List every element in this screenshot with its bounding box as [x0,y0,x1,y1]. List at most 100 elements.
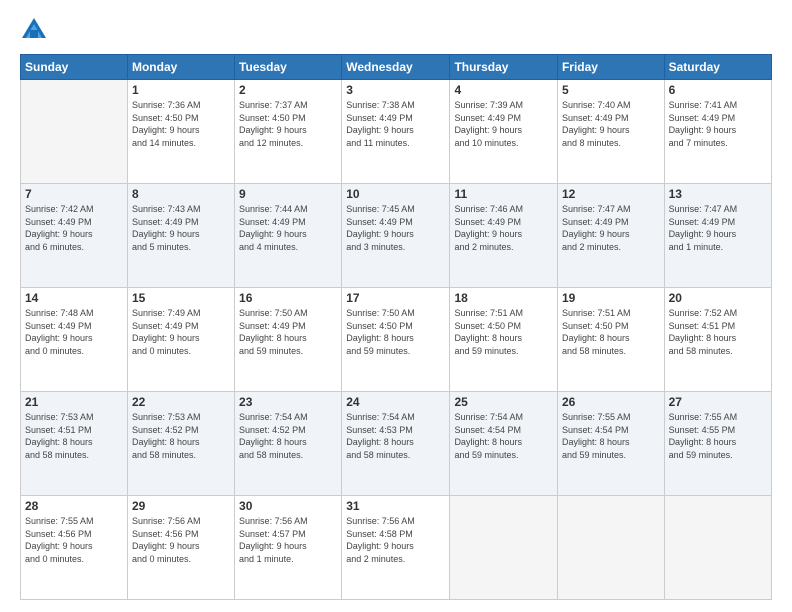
day-info: Sunrise: 7:53 AM Sunset: 4:51 PM Dayligh… [25,411,123,461]
calendar-cell: 19Sunrise: 7:51 AM Sunset: 4:50 PM Dayli… [557,288,664,392]
day-number: 6 [669,83,767,97]
day-info: Sunrise: 7:47 AM Sunset: 4:49 PM Dayligh… [562,203,660,253]
day-number: 16 [239,291,337,305]
calendar-header-wednesday: Wednesday [342,55,450,80]
calendar-cell [664,496,771,600]
header [20,16,772,44]
day-number: 2 [239,83,337,97]
calendar-header-row: SundayMondayTuesdayWednesdayThursdayFrid… [21,55,772,80]
calendar-cell: 8 Sunrise: 7:43 AM Sunset: 4:49 PM Daylig… [127,184,234,288]
day-info: Sunrise: 7:55 AM Sunset: 4:56 PM Dayligh… [25,515,123,565]
calendar-cell: 4 Sunrise: 7:39 AM Sunset: 4:49 PM Daylig… [450,80,558,184]
calendar-week-row: 1 Sunrise: 7:36 AM Sunset: 4:50 PM Daylig… [21,80,772,184]
calendar-cell: 18 Sunrise: 7:51 AM Sunset: 4:50 PM Dayli… [450,288,558,392]
calendar-cell: 2 Sunrise: 7:37 AM Sunset: 4:50 PM Daylig… [235,80,342,184]
calendar-cell: 22 Sunrise: 7:53 AM Sunset: 4:52 PM Dayli… [127,392,234,496]
day-number: 29 [132,499,230,513]
calendar-cell: 25 Sunrise: 7:54 AM Sunset: 4:54 PM Dayli… [450,392,558,496]
calendar-header-tuesday: Tuesday [235,55,342,80]
day-info: Sunrise: 7:51 AM Sunset: 4:50 PM Dayligh… [454,307,553,357]
day-info: Sunrise: 7:47 AM Sunset: 4:49 PM Dayligh… [669,203,767,253]
day-number: 17 [346,291,445,305]
calendar-cell: 23Sunrise: 7:54 AM Sunset: 4:52 PM Dayli… [235,392,342,496]
calendar-cell: 15Sunrise: 7:49 AM Sunset: 4:49 PM Dayli… [127,288,234,392]
calendar-cell [21,80,128,184]
calendar-cell: 13 Sunrise: 7:47 AM Sunset: 4:49 PM Dayli… [664,184,771,288]
day-info: Sunrise: 7:46 AM Sunset: 4:49 PM Dayligh… [454,203,553,253]
calendar-header-monday: Monday [127,55,234,80]
day-info: Sunrise: 7:41 AM Sunset: 4:49 PM Dayligh… [669,99,767,149]
day-number: 27 [669,395,767,409]
calendar-week-row: 28 Sunrise: 7:55 AM Sunset: 4:56 PM Dayli… [21,496,772,600]
day-number: 20 [669,291,767,305]
calendar-cell: 12 Sunrise: 7:47 AM Sunset: 4:49 PM Dayli… [557,184,664,288]
calendar-cell: 31 Sunrise: 7:56 AM Sunset: 4:58 PM Dayli… [342,496,450,600]
day-info: Sunrise: 7:49 AM Sunset: 4:49 PM Dayligh… [132,307,230,357]
calendar-cell: 20Sunrise: 7:52 AM Sunset: 4:51 PM Dayli… [664,288,771,392]
day-number: 24 [346,395,445,409]
day-info: Sunrise: 7:44 AM Sunset: 4:49 PM Dayligh… [239,203,337,253]
day-number: 9 [239,187,337,201]
calendar-cell: 10Sunrise: 7:45 AM Sunset: 4:49 PM Dayli… [342,184,450,288]
day-info: Sunrise: 7:55 AM Sunset: 4:55 PM Dayligh… [669,411,767,461]
day-number: 4 [454,83,553,97]
day-number: 13 [669,187,767,201]
calendar-cell: 14 Sunrise: 7:48 AM Sunset: 4:49 PM Dayli… [21,288,128,392]
calendar-cell: 27 Sunrise: 7:55 AM Sunset: 4:55 PM Dayli… [664,392,771,496]
day-info: Sunrise: 7:39 AM Sunset: 4:49 PM Dayligh… [454,99,553,149]
calendar-week-row: 21Sunrise: 7:53 AM Sunset: 4:51 PM Dayli… [21,392,772,496]
calendar-cell: 16 Sunrise: 7:50 AM Sunset: 4:49 PM Dayli… [235,288,342,392]
calendar-cell: 28 Sunrise: 7:55 AM Sunset: 4:56 PM Dayli… [21,496,128,600]
day-info: Sunrise: 7:45 AM Sunset: 4:49 PM Dayligh… [346,203,445,253]
day-number: 7 [25,187,123,201]
logo-icon [20,16,48,44]
day-info: Sunrise: 7:50 AM Sunset: 4:49 PM Dayligh… [239,307,337,357]
day-number: 31 [346,499,445,513]
calendar-cell: 26 Sunrise: 7:55 AM Sunset: 4:54 PM Dayli… [557,392,664,496]
day-number: 14 [25,291,123,305]
day-number: 8 [132,187,230,201]
calendar-cell: 5 Sunrise: 7:40 AM Sunset: 4:49 PM Daylig… [557,80,664,184]
calendar-cell: 6 Sunrise: 7:41 AM Sunset: 4:49 PM Daylig… [664,80,771,184]
page: SundayMondayTuesdayWednesdayThursdayFrid… [0,0,792,612]
calendar-header-sunday: Sunday [21,55,128,80]
day-number: 30 [239,499,337,513]
day-info: Sunrise: 7:36 AM Sunset: 4:50 PM Dayligh… [132,99,230,149]
day-number: 22 [132,395,230,409]
day-info: Sunrise: 7:54 AM Sunset: 4:54 PM Dayligh… [454,411,553,461]
calendar-cell: 7 Sunrise: 7:42 AM Sunset: 4:49 PM Daylig… [21,184,128,288]
calendar-cell: 3 Sunrise: 7:38 AM Sunset: 4:49 PM Daylig… [342,80,450,184]
calendar-cell: 21Sunrise: 7:53 AM Sunset: 4:51 PM Dayli… [21,392,128,496]
day-number: 25 [454,395,553,409]
calendar-table: SundayMondayTuesdayWednesdayThursdayFrid… [20,54,772,600]
calendar-cell: 24 Sunrise: 7:54 AM Sunset: 4:53 PM Dayli… [342,392,450,496]
day-info: Sunrise: 7:42 AM Sunset: 4:49 PM Dayligh… [25,203,123,253]
day-number: 28 [25,499,123,513]
day-info: Sunrise: 7:48 AM Sunset: 4:49 PM Dayligh… [25,307,123,357]
day-number: 3 [346,83,445,97]
day-number: 26 [562,395,660,409]
day-number: 12 [562,187,660,201]
day-number: 23 [239,395,337,409]
day-info: Sunrise: 7:40 AM Sunset: 4:49 PM Dayligh… [562,99,660,149]
day-info: Sunrise: 7:56 AM Sunset: 4:57 PM Dayligh… [239,515,337,565]
day-info: Sunrise: 7:53 AM Sunset: 4:52 PM Dayligh… [132,411,230,461]
calendar-cell: 11 Sunrise: 7:46 AM Sunset: 4:49 PM Dayli… [450,184,558,288]
day-info: Sunrise: 7:37 AM Sunset: 4:50 PM Dayligh… [239,99,337,149]
calendar-cell [450,496,558,600]
day-number: 11 [454,187,553,201]
day-info: Sunrise: 7:56 AM Sunset: 4:58 PM Dayligh… [346,515,445,565]
calendar-cell: 9 Sunrise: 7:44 AM Sunset: 4:49 PM Daylig… [235,184,342,288]
day-info: Sunrise: 7:51 AM Sunset: 4:50 PM Dayligh… [562,307,660,357]
day-number: 18 [454,291,553,305]
day-info: Sunrise: 7:56 AM Sunset: 4:56 PM Dayligh… [132,515,230,565]
day-number: 1 [132,83,230,97]
day-info: Sunrise: 7:43 AM Sunset: 4:49 PM Dayligh… [132,203,230,253]
day-info: Sunrise: 7:54 AM Sunset: 4:53 PM Dayligh… [346,411,445,461]
calendar-week-row: 14 Sunrise: 7:48 AM Sunset: 4:49 PM Dayli… [21,288,772,392]
day-info: Sunrise: 7:55 AM Sunset: 4:54 PM Dayligh… [562,411,660,461]
day-number: 5 [562,83,660,97]
calendar-header-saturday: Saturday [664,55,771,80]
logo [20,16,52,44]
day-info: Sunrise: 7:38 AM Sunset: 4:49 PM Dayligh… [346,99,445,149]
